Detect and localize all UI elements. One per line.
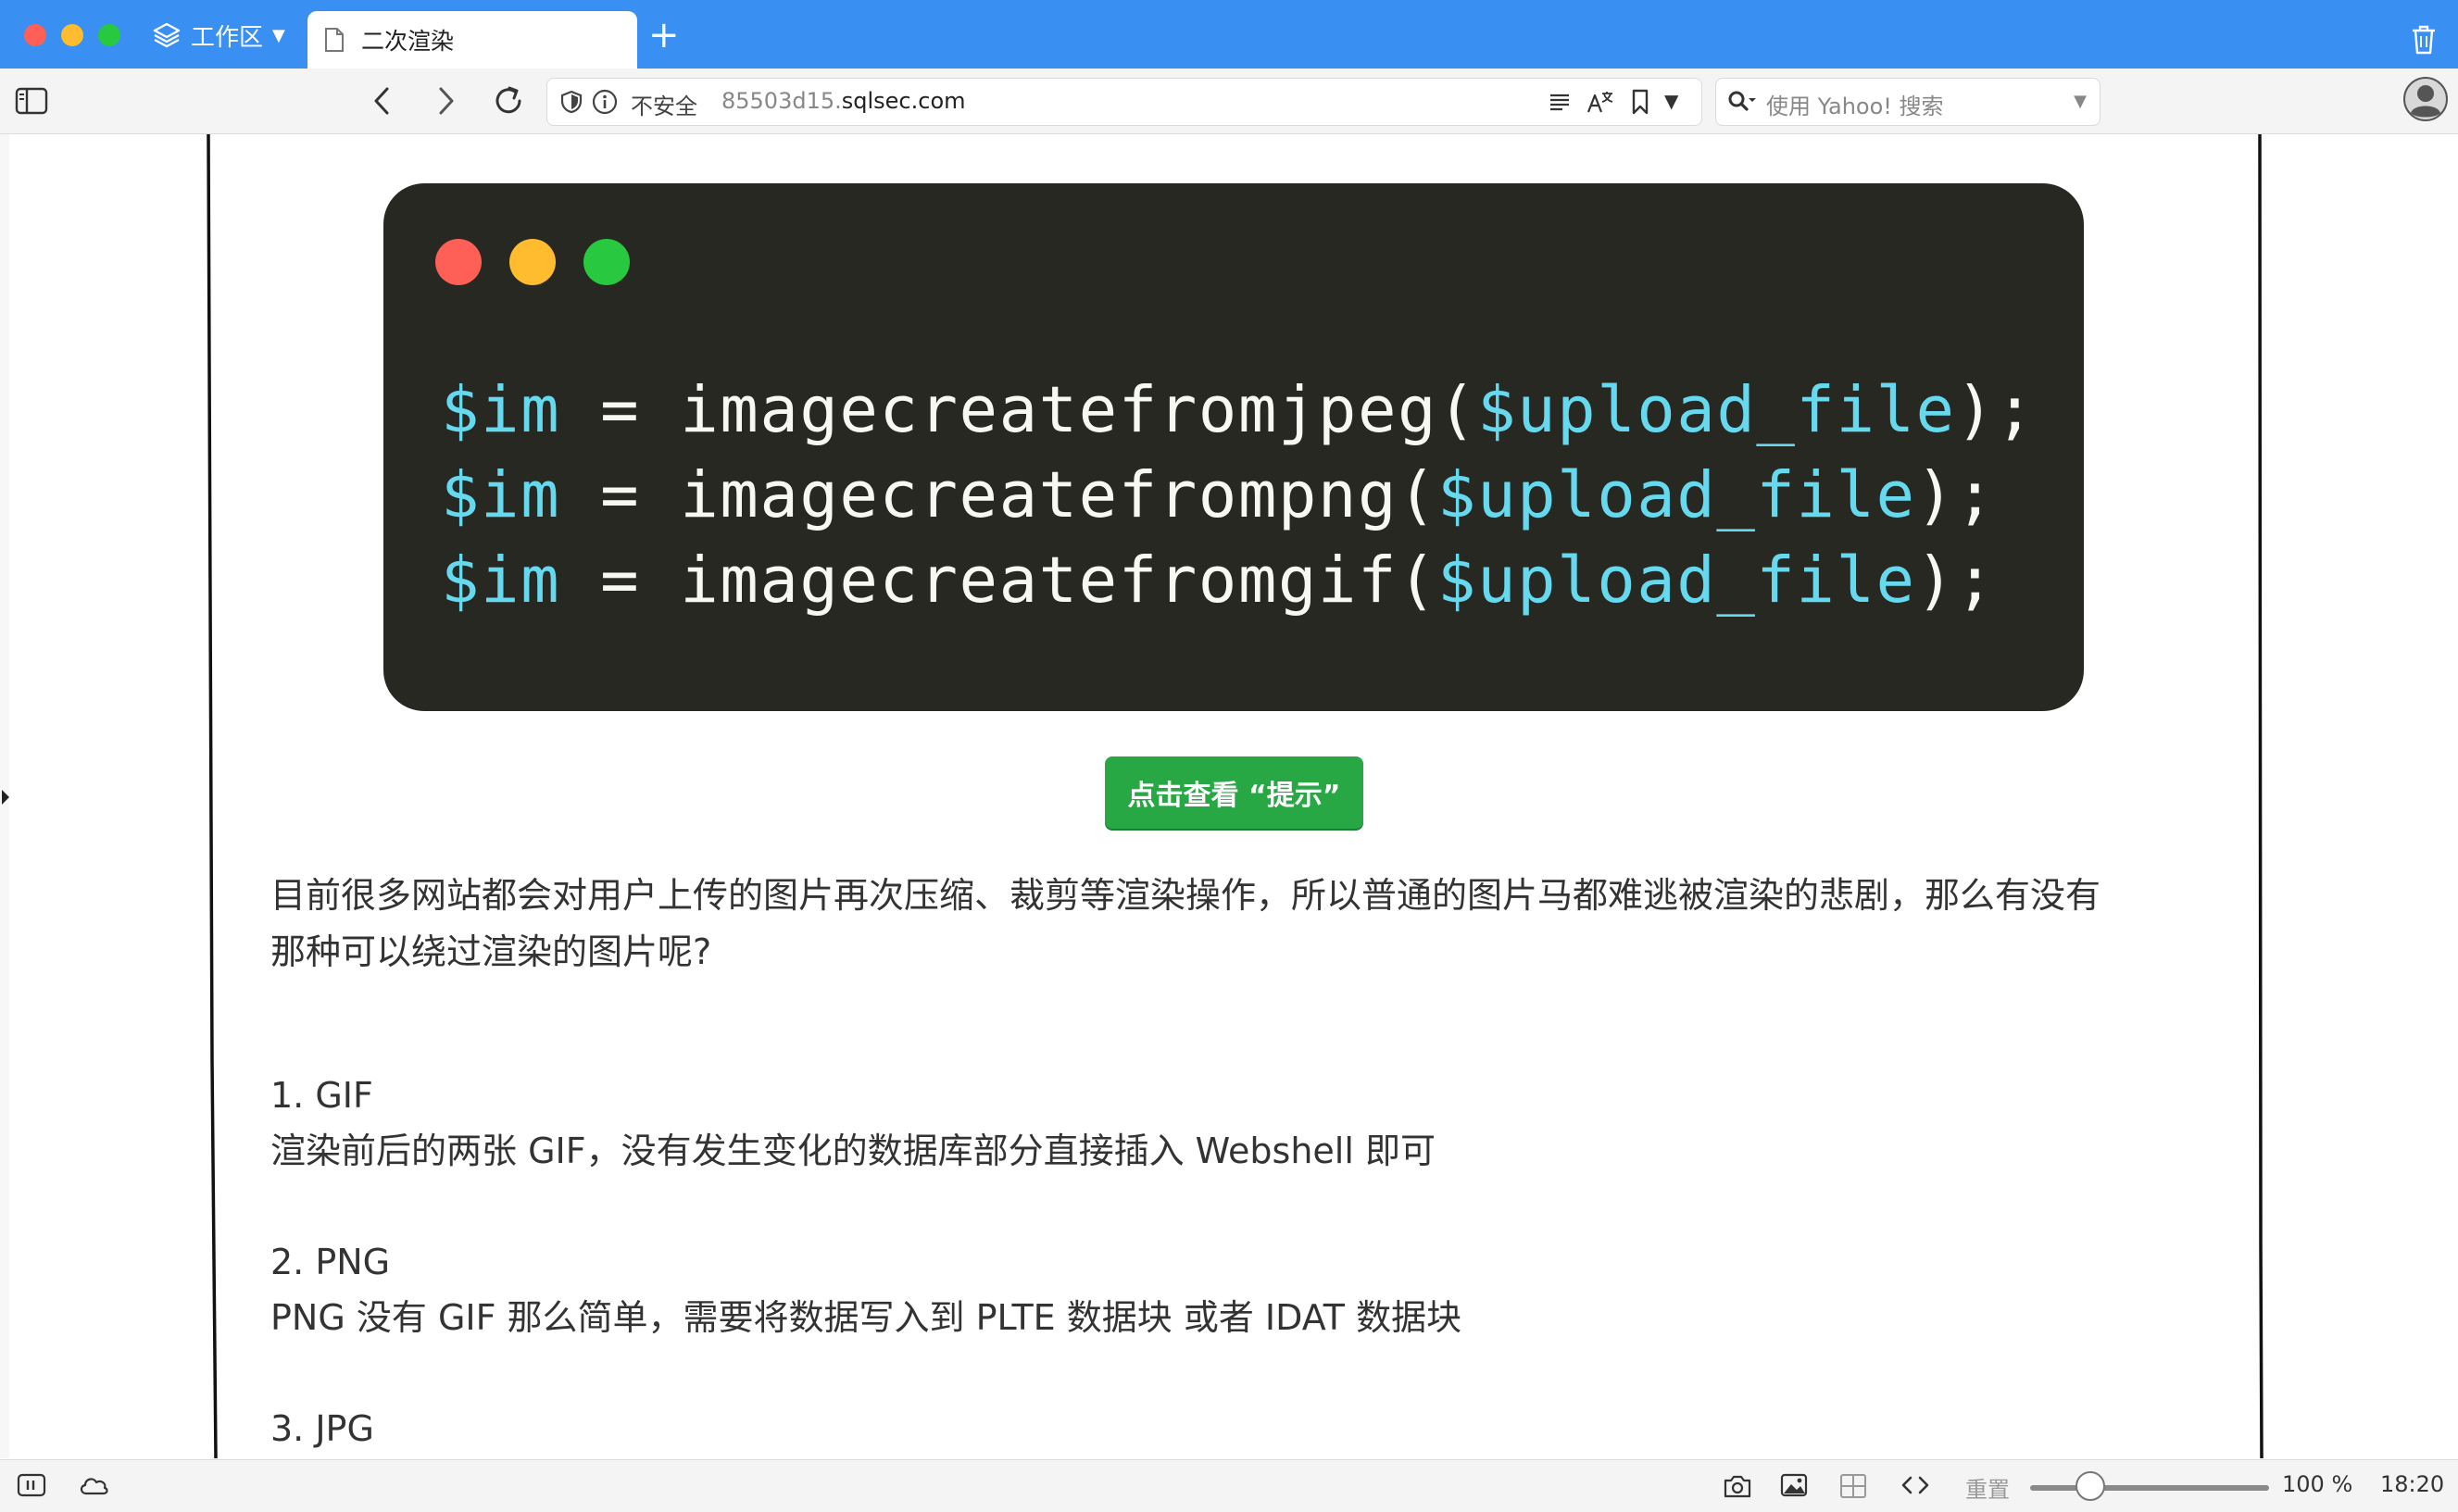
section-title-png: 2. PNG xyxy=(270,1242,391,1282)
zoom-slider[interactable] xyxy=(2030,1485,2269,1491)
tab-title: 二次渲染 xyxy=(361,28,455,55)
new-tab-button[interactable]: + xyxy=(648,17,680,54)
section-desc-gif: 渲染前后的两张 GIF，没有发生变化的数据库部分直接插入 Webshell 即可 xyxy=(270,1131,1436,1171)
layers-icon xyxy=(153,22,181,48)
page-content: $im = imagecreatefromjpeg($upload_file);… xyxy=(0,134,2458,1458)
zoom-level: 100 % xyxy=(2282,1471,2353,1497)
code-window-dot-yellow xyxy=(509,239,556,285)
url-subdomain: 85503d15. xyxy=(721,88,842,114)
shield-icon[interactable] xyxy=(560,90,583,114)
toolbar: 不安全 85503d15.sqlsec.com ▼ 使用 Yahoo! 搜索 ▼ xyxy=(0,69,2458,134)
code-line: $im = imagecreatefromgif($upload_file); xyxy=(441,544,1996,618)
search-field[interactable]: 使用 Yahoo! 搜索 ▼ xyxy=(1715,78,2101,126)
code-window-dot-green xyxy=(583,239,630,285)
reader-icon[interactable] xyxy=(1548,92,1572,112)
code-window-dot-red xyxy=(435,239,482,285)
window-minimize-button[interactable] xyxy=(61,24,83,46)
back-icon[interactable] xyxy=(369,83,396,119)
translate-icon[interactable] xyxy=(1586,90,1614,114)
info-icon[interactable] xyxy=(592,89,618,115)
chevron-down-icon: ▼ xyxy=(272,25,285,45)
document-icon xyxy=(325,28,344,52)
chevron-down-icon[interactable]: ▼ xyxy=(2074,92,2087,111)
security-label: 不安全 xyxy=(631,94,697,119)
workspace-label: 工作区 xyxy=(191,23,264,52)
window-zoom-button[interactable] xyxy=(98,24,120,46)
url-text[interactable]: 85503d15.sqlsec.com xyxy=(721,88,966,114)
trash-icon[interactable] xyxy=(2410,24,2438,56)
bookmark-icon[interactable] xyxy=(1631,88,1649,116)
sidebar-icon[interactable] xyxy=(15,87,48,115)
clock: 18:20 xyxy=(2380,1471,2445,1497)
camera-icon[interactable] xyxy=(1723,1473,1752,1499)
intro-text-line-2: 那种可以绕过渲染的图片呢? xyxy=(270,931,712,972)
image-icon[interactable] xyxy=(1780,1473,1808,1497)
tab-bar: 工作区 ▼ 二次渲染 + xyxy=(0,0,2458,69)
code-line: $im = imagecreatefromjpeg($upload_file); xyxy=(441,373,2036,447)
code-icon[interactable] xyxy=(1900,1473,1930,1497)
reload-icon[interactable] xyxy=(491,83,526,119)
code-line: $im = imagecreatefrompng($upload_file); xyxy=(441,458,1996,532)
window-close-button[interactable] xyxy=(24,24,46,46)
cloud-icon[interactable] xyxy=(78,1473,109,1497)
code-window: $im = imagecreatefromjpeg($upload_file);… xyxy=(383,183,2084,711)
section-desc-png: PNG 没有 GIF 那么简单，需要将数据写入到 PLTE 数据块 或者 IDA… xyxy=(270,1297,1462,1338)
search-placeholder: 使用 Yahoo! 搜索 xyxy=(1766,94,1944,119)
panel-icon[interactable] xyxy=(17,1473,46,1497)
intro-text-line-1: 目前很多网站都会对用户上传的图片再次压缩、裁剪等渲染操作，所以普通的图片马都难逃… xyxy=(270,875,2101,916)
section-title-jpg: 3. JPG xyxy=(270,1408,374,1449)
chevron-down-icon[interactable]: ▼ xyxy=(1664,90,1678,112)
zoom-slider-thumb[interactable] xyxy=(2076,1471,2105,1501)
hint-button[interactable]: 点击查看 “提示” xyxy=(1105,756,1363,829)
zoom-reset-button[interactable]: 重置 xyxy=(1965,1471,2010,1504)
search-icon xyxy=(1728,91,1756,111)
forward-icon[interactable] xyxy=(432,83,459,119)
workspace-button[interactable]: 工作区 ▼ xyxy=(152,19,285,52)
profile-icon[interactable] xyxy=(2402,76,2449,122)
tile-icon[interactable] xyxy=(1839,1473,1867,1499)
tab-active[interactable]: 二次渲染 xyxy=(307,11,637,69)
status-bar: 重置 100 % 18:20 xyxy=(0,1459,2458,1512)
address-bar[interactable]: 不安全 85503d15.sqlsec.com ▼ xyxy=(546,78,1702,126)
url-domain: sqlsec.com xyxy=(841,88,966,114)
section-title-gif: 1. GIF xyxy=(270,1075,373,1116)
